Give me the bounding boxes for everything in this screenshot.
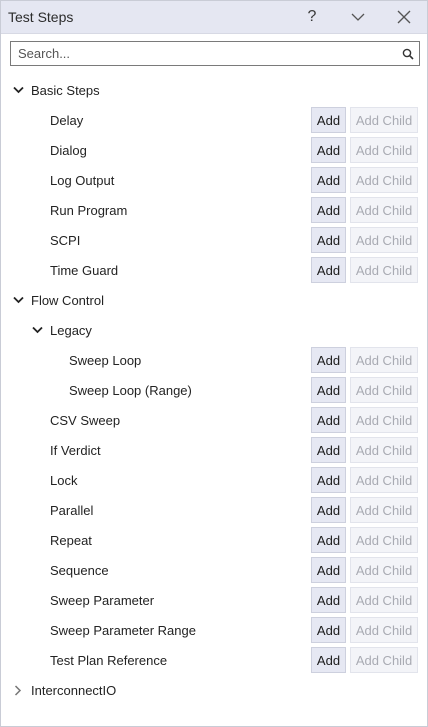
tree-item-sweep-loop[interactable]: Sweep Loop Add Add Child xyxy=(1,345,427,375)
add-child-button[interactable]: Add Child xyxy=(350,107,418,133)
add-button[interactable]: Add xyxy=(311,587,346,613)
tree-item-csv-sweep[interactable]: CSV Sweep Add Add Child xyxy=(1,405,427,435)
add-child-button[interactable]: Add Child xyxy=(350,587,418,613)
add-button[interactable]: Add xyxy=(311,497,346,523)
add-child-button[interactable]: Add Child xyxy=(350,197,418,223)
add-button[interactable]: Add xyxy=(311,467,346,493)
add-button[interactable]: Add xyxy=(311,617,346,643)
add-button[interactable]: Add xyxy=(311,227,346,253)
tree-group-flow-control[interactable]: Flow Control xyxy=(1,285,427,315)
tree-item-test-plan-reference[interactable]: Test Plan Reference Add Add Child xyxy=(1,645,427,675)
search-input[interactable] xyxy=(11,42,400,65)
close-button[interactable] xyxy=(381,1,427,34)
add-child-button[interactable]: Add Child xyxy=(350,437,418,463)
tree-item-sweep-loop-range[interactable]: Sweep Loop (Range) Add Add Child xyxy=(1,375,427,405)
tree-group-basic-steps[interactable]: Basic Steps xyxy=(1,75,427,105)
add-child-button[interactable]: Add Child xyxy=(350,167,418,193)
add-button[interactable]: Add xyxy=(311,647,346,673)
add-child-button[interactable]: Add Child xyxy=(350,527,418,553)
tree-item-sweep-parameter[interactable]: Sweep Parameter Add Add Child xyxy=(1,585,427,615)
step-label: Parallel xyxy=(50,502,94,518)
add-child-button[interactable]: Add Child xyxy=(350,257,418,283)
help-icon: ? xyxy=(307,8,317,25)
add-button[interactable]: Add xyxy=(311,437,346,463)
step-label: Dialog xyxy=(50,142,87,158)
add-child-button[interactable]: Add Child xyxy=(350,647,418,673)
add-child-button[interactable]: Add Child xyxy=(350,467,418,493)
step-label: Sweep Loop xyxy=(69,352,142,368)
add-button[interactable]: Add xyxy=(311,407,346,433)
step-label: Run Program xyxy=(50,202,128,218)
panel-title: Test Steps xyxy=(8,9,74,25)
title-bar: Test Steps ? xyxy=(1,1,427,34)
add-child-button[interactable]: Add Child xyxy=(350,617,418,643)
step-label: CSV Sweep xyxy=(50,412,121,428)
step-label: Sequence xyxy=(50,562,109,578)
chevron-down-icon[interactable] xyxy=(30,323,44,337)
add-child-button[interactable]: Add Child xyxy=(350,137,418,163)
tree-item-run-program[interactable]: Run Program Add Add Child xyxy=(1,195,427,225)
search-icon[interactable] xyxy=(400,46,416,62)
step-tree: Basic Steps Delay Add Add Child Dialog A… xyxy=(1,75,427,705)
step-label: Delay xyxy=(50,112,84,128)
add-button[interactable]: Add xyxy=(311,197,346,223)
chevron-down-icon[interactable] xyxy=(11,83,25,97)
tree-item-log-output[interactable]: Log Output Add Add Child xyxy=(1,165,427,195)
collapse-button[interactable] xyxy=(335,1,381,34)
tree-item-parallel[interactable]: Parallel Add Add Child xyxy=(1,495,427,525)
add-button[interactable]: Add xyxy=(311,557,346,583)
step-label: Sweep Loop (Range) xyxy=(69,382,192,398)
tree-item-time-guard[interactable]: Time Guard Add Add Child xyxy=(1,255,427,285)
step-label: Log Output xyxy=(50,172,115,188)
step-label: Sweep Parameter Range xyxy=(50,622,196,638)
add-button[interactable]: Add xyxy=(311,107,346,133)
add-button[interactable]: Add xyxy=(311,137,346,163)
tree-group-interconnectio[interactable]: InterconnectIO xyxy=(1,675,427,705)
help-button[interactable]: ? xyxy=(289,1,335,34)
add-child-button[interactable]: Add Child xyxy=(350,227,418,253)
add-child-button[interactable]: Add Child xyxy=(350,407,418,433)
add-button[interactable]: Add xyxy=(311,167,346,193)
step-label: Lock xyxy=(50,472,78,488)
search-box xyxy=(10,41,420,66)
step-label: Test Plan Reference xyxy=(50,652,168,668)
add-child-button[interactable]: Add Child xyxy=(350,497,418,523)
tree-item-delay[interactable]: Delay Add Add Child xyxy=(1,105,427,135)
step-label: Sweep Parameter xyxy=(50,592,155,608)
group-label: Legacy xyxy=(50,322,92,338)
step-label: Repeat xyxy=(50,532,92,548)
tree-item-lock[interactable]: Lock Add Add Child xyxy=(1,465,427,495)
group-label: Basic Steps xyxy=(31,82,100,98)
tree-item-scpi[interactable]: SCPI Add Add Child xyxy=(1,225,427,255)
group-label: Flow Control xyxy=(31,292,104,308)
tree-group-legacy[interactable]: Legacy xyxy=(1,315,427,345)
chevron-down-icon[interactable] xyxy=(11,293,25,307)
add-button[interactable]: Add xyxy=(311,257,346,283)
add-button[interactable]: Add xyxy=(311,377,346,403)
tree-item-sweep-parameter-range[interactable]: Sweep Parameter Range Add Add Child xyxy=(1,615,427,645)
tree-item-repeat[interactable]: Repeat Add Add Child xyxy=(1,525,427,555)
add-child-button[interactable]: Add Child xyxy=(350,557,418,583)
add-child-button[interactable]: Add Child xyxy=(350,377,418,403)
chevron-right-icon[interactable] xyxy=(11,683,25,697)
add-child-button[interactable]: Add Child xyxy=(350,347,418,373)
step-label: If Verdict xyxy=(50,442,101,458)
tree-item-sequence[interactable]: Sequence Add Add Child xyxy=(1,555,427,585)
step-label: SCPI xyxy=(50,232,81,248)
chevron-down-icon xyxy=(351,13,365,21)
add-button[interactable]: Add xyxy=(311,527,346,553)
step-label: Time Guard xyxy=(50,262,119,278)
test-steps-panel: Test Steps ? Search... Basic Steps Delay… xyxy=(0,0,428,727)
add-button[interactable]: Add xyxy=(311,347,346,373)
close-icon xyxy=(397,10,411,24)
group-label: InterconnectIO xyxy=(31,682,117,698)
tree-item-if-verdict[interactable]: If Verdict Add Add Child xyxy=(1,435,427,465)
tree-item-dialog[interactable]: Dialog Add Add Child xyxy=(1,135,427,165)
